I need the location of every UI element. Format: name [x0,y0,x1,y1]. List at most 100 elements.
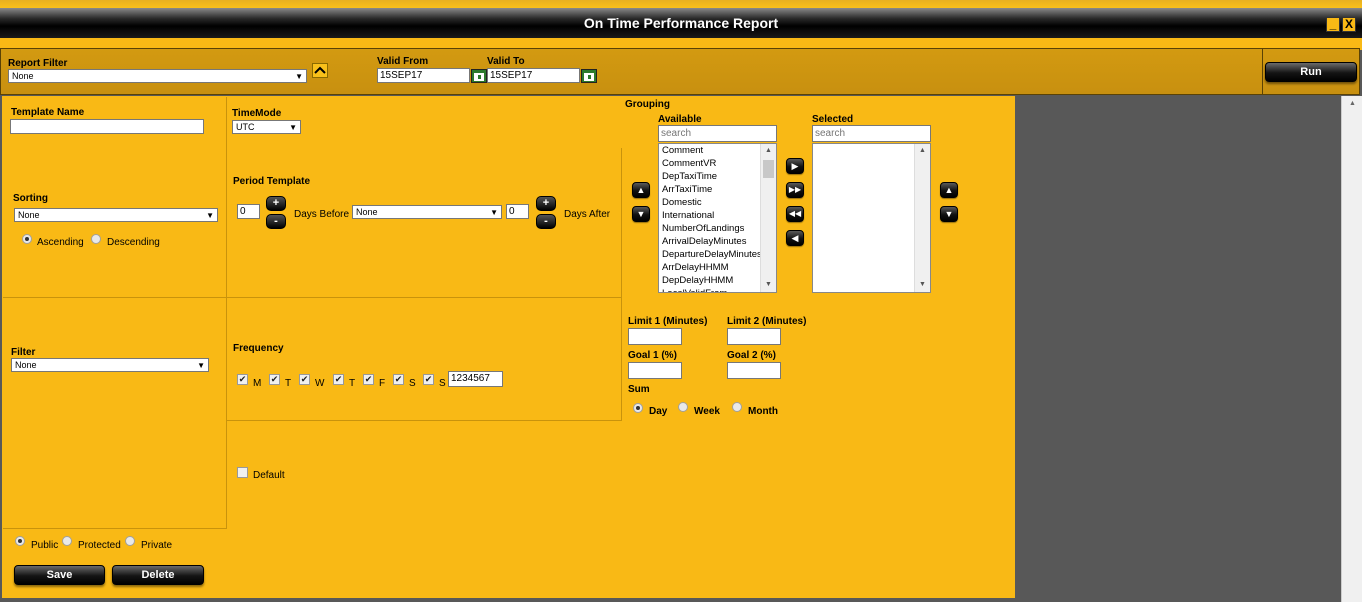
list-item[interactable]: CommentVR [659,157,760,170]
move-up-button[interactable]: ▲ [632,182,650,198]
scroll-up-icon[interactable]: ▲ [919,147,926,154]
collapse-up-button[interactable] [312,63,328,78]
list-item[interactable]: ArrDelayHHMM [659,261,760,274]
goal2-input[interactable] [727,362,781,379]
list-item[interactable]: DepDelayHHMM [659,274,760,287]
delete-button[interactable]: Delete [112,565,204,585]
frequency-day-label: M [253,378,262,389]
sum-month-label: Month [748,406,778,417]
protected-label: Protected [78,540,121,551]
scroll-up-icon[interactable]: ▲ [765,147,772,154]
filter-value: None [15,360,37,370]
template-name-input[interactable] [10,119,204,134]
available-search-input[interactable] [658,125,777,142]
sum-week-radio[interactable] [678,402,688,412]
days-before-input[interactable]: 0 [237,204,260,219]
selected-move-down-button[interactable]: ▼ [940,206,958,222]
days-before-plus-button[interactable]: + [266,196,286,211]
scroll-up-icon[interactable]: ▲ [1349,100,1356,107]
sum-day-radio[interactable] [633,403,643,413]
sorting-select[interactable]: None ▼ [14,208,218,222]
list-item[interactable]: Comment [659,144,760,157]
sorting-label: Sorting [13,193,48,204]
limit1-input[interactable] [628,328,682,345]
sum-day-label: Day [649,406,668,417]
divider [227,297,622,298]
days-after-input[interactable]: 0 [506,204,529,219]
remove-all-button[interactable]: ◀◀ [786,206,804,222]
scroll-down-icon[interactable]: ▼ [919,281,926,288]
descending-radio[interactable] [91,234,101,244]
dropdown-arrow-icon: ▼ [206,211,214,220]
protected-radio[interactable] [62,536,72,546]
available-scrollbar[interactable]: ▲ ▼ [760,144,776,292]
sum-month-radio[interactable] [732,402,742,412]
report-filter-select[interactable]: None ▼ [8,69,307,83]
frequency-label: Frequency [233,343,284,354]
window-title: On Time Performance Report [0,8,1362,38]
days-after-plus-button[interactable]: + [536,196,556,211]
default-checkbox[interactable] [237,467,248,478]
double-left-icon: ◀◀ [788,209,802,218]
goal1-input[interactable] [628,362,682,379]
frequency-day-checkbox[interactable]: ✔ [363,374,374,385]
divider [3,528,227,529]
list-item[interactable]: ArrTaxiTime [659,183,760,196]
days-after-minus-button[interactable]: - [536,214,556,229]
available-items: Comment CommentVR DepTaxiTime ArrTaxiTime Do… [659,144,762,292]
ascending-label: Ascending [37,237,84,248]
frequency-day-checkbox[interactable]: ✔ [423,374,434,385]
scroll-thumb[interactable] [763,160,774,178]
valid-from-label: Valid From [377,56,429,67]
selected-move-up-button[interactable]: ▲ [940,182,958,198]
days-before-minus-button[interactable]: - [266,214,286,229]
triangle-up-icon: ▲ [944,185,954,195]
selected-list[interactable]: ▲ ▼ [812,143,931,293]
limit2-label: Limit 2 (Minutes) [727,316,807,327]
frequency-day-checkbox[interactable]: ✔ [393,374,404,385]
minimize-button[interactable]: _ [1326,17,1340,32]
scroll-down-icon[interactable]: ▼ [765,281,772,288]
filter-label: Filter [11,347,36,358]
report-filter-label: Report Filter [8,58,68,69]
selected-scrollbar[interactable]: ▲ ▼ [914,144,930,292]
filter-select[interactable]: None ▼ [11,358,209,372]
frequency-day-checkbox[interactable]: ✔ [237,374,248,385]
move-down-button[interactable]: ▼ [632,206,650,222]
list-item[interactable]: Domestic [659,196,760,209]
list-item[interactable]: International [659,209,760,222]
selected-label: Selected [812,114,854,125]
limit2-input[interactable] [727,328,781,345]
frequency-day-checkbox[interactable]: ✔ [269,374,280,385]
frequency-input[interactable]: 1234567 [448,371,503,387]
list-item[interactable]: ArrivalDelayMinutes [659,235,760,248]
list-item[interactable]: NumberOfLandings [659,222,760,235]
list-item[interactable]: DepTaxiTime [659,170,760,183]
frequency-day-checkbox[interactable]: ✔ [299,374,310,385]
valid-to-input[interactable]: 15SEP17 [487,68,580,83]
timemode-select[interactable]: UTC ▼ [232,120,301,134]
list-item[interactable]: LocalValidFrom [659,287,760,292]
descending-label: Descending [107,237,160,248]
close-button[interactable]: X [1342,17,1356,32]
add-selected-button[interactable]: ▶ [786,158,804,174]
page-scrollbar[interactable]: ▲ [1341,96,1362,602]
save-button[interactable]: Save [14,565,105,585]
divider [226,97,227,529]
ascending-radio[interactable] [22,234,32,244]
available-list[interactable]: Comment CommentVR DepTaxiTime ArrTaxiTime Do… [658,143,777,293]
add-all-button[interactable]: ▶▶ [786,182,804,198]
public-radio[interactable] [15,536,25,546]
calendar-icon[interactable] [471,69,487,83]
valid-from-input[interactable]: 15SEP17 [377,68,470,83]
private-radio[interactable] [125,536,135,546]
period-template-select[interactable]: None ▼ [352,205,502,219]
calendar-icon[interactable] [581,69,597,83]
timemode-value: UTC [236,122,255,132]
public-label: Public [31,540,59,551]
remove-selected-button[interactable]: ◀ [786,230,804,246]
run-button[interactable]: Run [1265,62,1357,82]
list-item[interactable]: DepartureDelayMinutes [659,248,762,261]
frequency-day-checkbox[interactable]: ✔ [333,374,344,385]
selected-search-input[interactable] [812,125,931,142]
